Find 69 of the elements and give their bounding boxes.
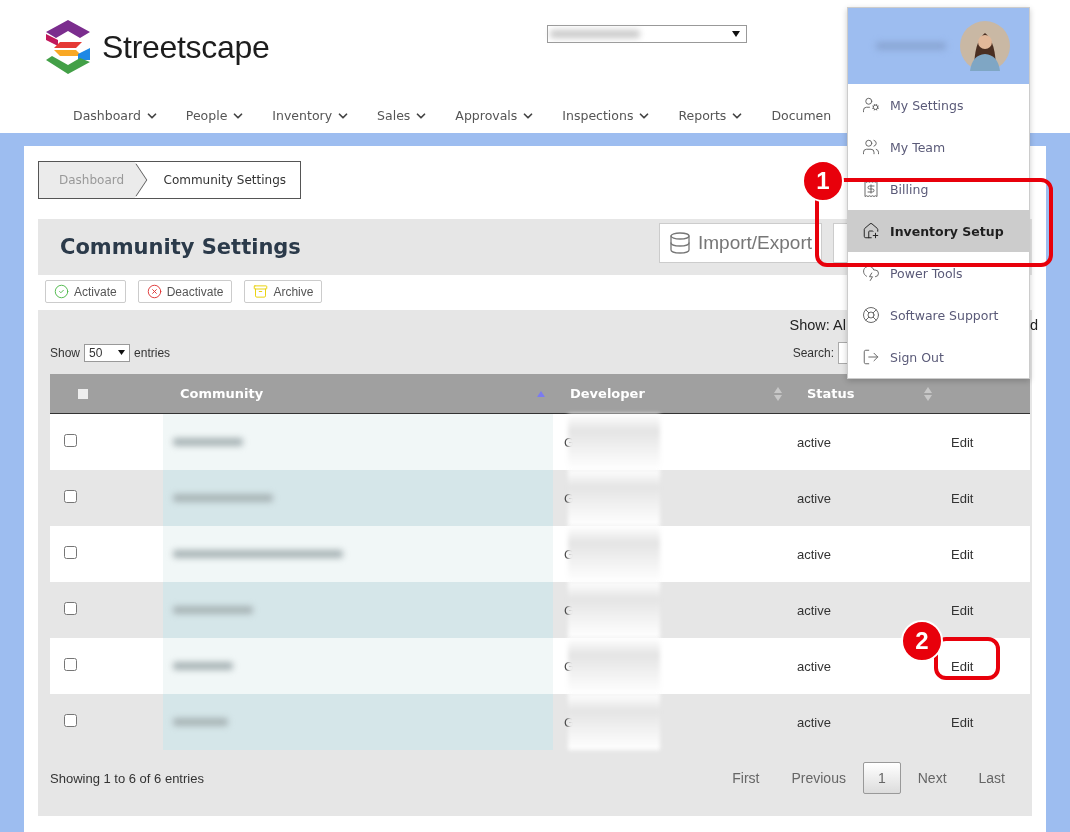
select-all-checkbox[interactable] [78,388,88,399]
table-cell-text: active [796,490,832,506]
menu-item[interactable]: Software Support [848,294,1029,336]
edit-link[interactable]: Edit [940,546,1030,562]
sort-icon [924,386,932,401]
row-checkbox[interactable] [64,434,77,447]
caret-down-icon [732,31,741,37]
pagination-button[interactable]: Previous [776,762,861,794]
x-circle-icon [146,284,162,299]
length-label: Show [50,345,81,360]
show-filter-label: Show: Al [789,317,846,333]
menu-item[interactable]: Power Tools [848,252,1029,294]
sort-icon [774,386,782,401]
account-select[interactable] [547,25,748,43]
database-icon [668,231,692,255]
cloud-lightning-icon [862,264,880,282]
table-cell-text: active [796,434,832,450]
pagination-button[interactable]: Next [902,762,962,794]
edit-link[interactable]: Edit [940,434,1030,450]
avatar [960,21,1010,71]
archive-icon [253,284,269,299]
menu-item[interactable]: Inventory Setup [848,210,1029,252]
row-checkbox[interactable] [64,490,77,503]
row-checkbox[interactable] [64,602,77,615]
table-cell-text: active [796,658,832,674]
check-circle-icon [54,284,69,299]
edit-link[interactable]: Edit [940,602,1030,618]
length-label: entries [134,345,171,360]
nav-item[interactable]: Sales [377,108,429,123]
nav-item[interactable]: Approvals [455,108,536,123]
menu-item[interactable]: My Settings [848,84,1029,126]
filter-text: d [1029,317,1038,333]
house-plus-icon [862,222,880,240]
menu-item[interactable]: My Team [848,126,1029,168]
logo-text: Streetscape [102,28,270,66]
sign-out-icon [862,348,880,366]
table-cell-text: active [796,714,832,730]
table-cell-text: active [796,546,832,562]
row-checkbox[interactable] [64,546,77,559]
lifebuoy-icon [862,306,880,324]
edit-link[interactable]: Edit [940,714,1030,730]
nav-item[interactable]: Documen [771,108,832,123]
nav-item[interactable]: Inspections [562,108,652,123]
entries-info: Showing 1 to 6 of 6 entries [50,770,204,786]
pagination-button[interactable]: Last [963,762,1020,794]
activate-button[interactable]: Activate [45,280,126,303]
sort-up-icon [537,390,545,397]
deactivate-button[interactable]: Deactivate [137,280,233,303]
row-checkbox[interactable] [64,714,77,727]
page-length-select[interactable]: 50 [84,343,131,362]
receipt-icon [862,180,880,198]
page-title: Community Settings [60,235,301,259]
archive-button[interactable]: Archive [244,280,323,303]
nav-item[interactable]: Reports [678,108,745,123]
edit-link[interactable]: Edit [940,658,1030,674]
user-gear-icon [862,96,880,114]
table-cell-text: active [796,602,832,618]
edit-link[interactable]: Edit [940,490,1030,506]
menu-item[interactable]: Sign Out [848,336,1029,378]
caret-down-icon [118,350,126,355]
users-icon [862,138,880,156]
row-checkbox[interactable] [64,658,77,671]
nav-item[interactable]: People [185,108,246,123]
nav-item[interactable]: Dashboard [73,108,159,123]
pagination-button[interactable]: 1 [862,762,901,794]
nav-item[interactable]: Inventory [272,108,351,123]
search-label: Search: [792,345,834,360]
pagination-button[interactable]: First [717,762,775,794]
import-export-button[interactable]: Import/Export [659,223,822,263]
